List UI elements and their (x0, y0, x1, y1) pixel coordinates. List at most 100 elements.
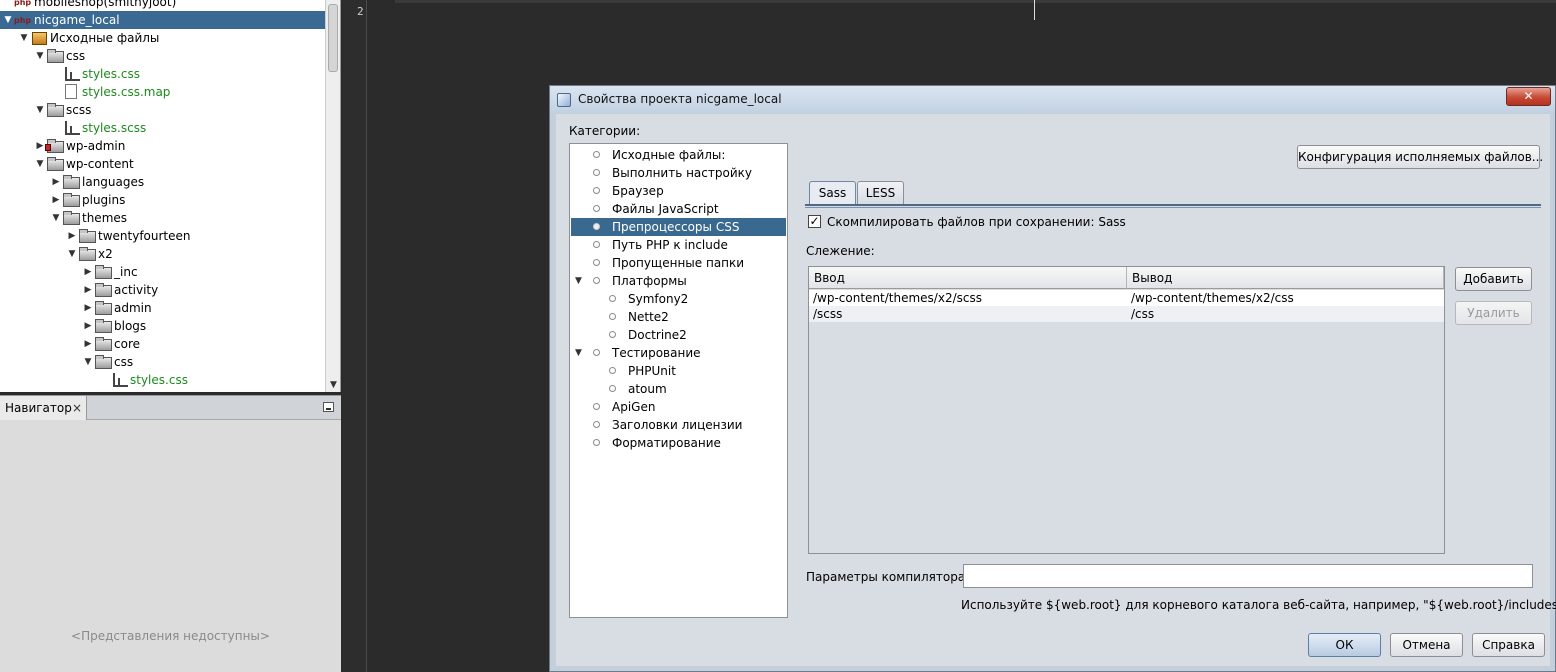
collapsed-arrow-icon[interactable]: ▶ (82, 281, 94, 299)
categories-label: Категории: (569, 124, 641, 138)
help-button[interactable]: Справка (1472, 633, 1545, 657)
category-item[interactable]: ▼ Тестирование (571, 344, 786, 362)
category-item[interactable]: Исходные файлы: (571, 146, 786, 164)
add-button[interactable]: Добавить (1455, 267, 1532, 291)
category-label: Исходные файлы: (612, 148, 726, 162)
input-path-cell: /scss (813, 307, 843, 321)
tree-item[interactable]: styles.css.map (0, 83, 325, 101)
navigator-header: Навигатор × (0, 396, 341, 420)
category-item[interactable]: Форматирование (571, 434, 786, 452)
category-item[interactable]: ▼ Платформы (571, 272, 786, 290)
tree-item[interactable]: ▶ activity (0, 281, 325, 299)
collapsed-arrow-icon[interactable]: ▶ (50, 191, 62, 209)
collapsed-arrow-icon[interactable]: ▶ (82, 317, 94, 335)
collapsed-arrow-icon[interactable]: ▶ (82, 335, 94, 353)
category-item[interactable]: Заголовки лицензии (571, 416, 786, 434)
category-item[interactable]: ApiGen (571, 398, 786, 416)
tree-item[interactable]: ▶ admin (0, 299, 325, 317)
collapsed-arrow-icon[interactable]: ▶ (82, 299, 94, 317)
expanded-arrow-icon[interactable]: ▼ (34, 101, 46, 119)
tree-item[interactable]: ▼ css (0, 353, 325, 371)
table-row[interactable]: /wp-content/themes/x2/scss/wp-content/th… (809, 290, 1444, 306)
tree-item[interactable]: ▶ twentyfourteen (0, 227, 325, 245)
category-item[interactable]: PHPUnit (571, 362, 786, 380)
tree-item[interactable]: styles.css (0, 65, 325, 83)
project-tree-panel[interactable]: mobileshop(smithyjoot) ▼ nicgame_local ▼ Исх… (0, 0, 341, 392)
category-item[interactable]: atoum (571, 380, 786, 398)
collapsed-arrow-icon[interactable]: ▶ (50, 173, 62, 191)
expanded-arrow-icon[interactable]: ▼ (2, 11, 14, 29)
tree-item[interactable]: ▼ themes (0, 209, 325, 227)
category-item[interactable]: Файлы JavaScript (571, 200, 786, 218)
lock-badge-icon (45, 144, 51, 151)
remove-button[interactable]: Удалить (1455, 301, 1532, 325)
tree-item-label: scss (66, 103, 92, 117)
tree-item[interactable]: ▶ _inc (0, 263, 325, 281)
ok-button[interactable]: ОК (1308, 633, 1381, 657)
dialog-close-button[interactable]: ✕ (1506, 87, 1551, 106)
scroll-down-icon[interactable]: ▼ (326, 380, 340, 390)
category-label: Файлы JavaScript (612, 202, 719, 216)
bullet-icon (593, 241, 600, 248)
minimize-icon[interactable] (323, 402, 334, 412)
tree-item[interactable]: ▼ x2 (0, 245, 325, 263)
tree-item[interactable]: ▼ wp-content (0, 155, 325, 173)
category-label: Препроцессоры CSS (612, 220, 740, 234)
category-item[interactable]: Symfony2 (571, 290, 786, 308)
bullet-icon (593, 151, 600, 158)
folder-icon (78, 246, 96, 261)
tab-sass[interactable]: Sass (809, 181, 856, 205)
expanded-arrow-icon[interactable]: ▼ (18, 29, 30, 47)
tree-item[interactable]: ▶ wp-admin (0, 137, 325, 155)
tree-item[interactable]: ▼ Исходные файлы (0, 29, 325, 47)
tree-item[interactable]: styles.scss (0, 119, 325, 137)
tree-scrollbar-thumb[interactable] (328, 4, 338, 72)
bullet-icon (593, 421, 600, 428)
tree-item[interactable]: mobileshop(smithyjoot) (0, 0, 325, 12)
category-item[interactable]: Nette2 (571, 308, 786, 326)
line-number-gutter: 2 (343, 0, 367, 672)
category-label: Nette2 (628, 310, 669, 324)
tree-item[interactable]: ▶ plugins (0, 191, 325, 209)
tree-item-label: styles.css (130, 373, 188, 387)
expanded-arrow-icon[interactable]: ▼ (34, 155, 46, 173)
expanded-arrow-icon[interactable]: ▼ (66, 245, 78, 263)
collapsed-arrow-icon[interactable]: ▶ (82, 263, 94, 281)
category-item[interactable]: Препроцессоры CSS (571, 218, 786, 236)
expanded-arrow-icon[interactable]: ▼ (575, 272, 582, 290)
compile-on-save-checkbox[interactable]: ✓ (808, 215, 821, 228)
category-item[interactable]: Пропущенные папки (571, 254, 786, 272)
configure-executables-button[interactable]: Конфигурация исполняемых файлов... (1297, 145, 1543, 169)
tree-item[interactable]: ▼ nicgame_local (0, 11, 325, 30)
compiler-params-input[interactable] (963, 564, 1533, 588)
tree-item[interactable]: ▶ languages (0, 173, 325, 191)
tree-item-label: themes (82, 211, 128, 225)
tree-item[interactable]: ▶ core (0, 335, 325, 353)
column-header-output[interactable]: Вывод (1127, 267, 1444, 289)
tree-item[interactable]: ▶ blogs (0, 317, 325, 335)
category-item[interactable]: Путь PHP к include (571, 236, 786, 254)
tree-item[interactable]: styles.css (0, 371, 325, 389)
tree-item-label: twentyfourteen (98, 229, 191, 243)
tab-less[interactable]: LESS (857, 181, 904, 205)
tree-item[interactable]: ▼ css (0, 47, 325, 65)
category-item[interactable]: Браузер (571, 182, 786, 200)
category-item[interactable]: Doctrine2 (571, 326, 786, 344)
dialog-titlebar[interactable]: Свойства проекта nicgame_local ✕ (550, 86, 1555, 113)
tab-navigator[interactable]: Навигатор × (0, 396, 87, 420)
expanded-arrow-icon[interactable]: ▼ (50, 209, 62, 227)
cancel-button[interactable]: Отмена (1390, 633, 1463, 657)
tree-item-label: mobileshop(smithyjoot) (34, 0, 177, 9)
tree-scrollbar[interactable]: ▼ (325, 0, 340, 392)
tree-item[interactable]: ▼ scss (0, 101, 325, 119)
expanded-arrow-icon[interactable]: ▼ (82, 353, 94, 371)
expanded-arrow-icon[interactable]: ▼ (575, 344, 582, 362)
collapsed-arrow-icon[interactable]: ▶ (66, 227, 78, 245)
column-header-input[interactable]: Ввод (809, 267, 1127, 289)
table-row[interactable]: /scss/css (809, 306, 1444, 322)
navigator-empty-message: <Представления недоступны> (71, 629, 270, 643)
category-item[interactable]: Выполнить настройку (571, 164, 786, 182)
close-icon[interactable]: × (72, 396, 82, 420)
expanded-arrow-icon[interactable]: ▼ (34, 47, 46, 65)
category-label: Путь PHP к include (612, 238, 728, 252)
